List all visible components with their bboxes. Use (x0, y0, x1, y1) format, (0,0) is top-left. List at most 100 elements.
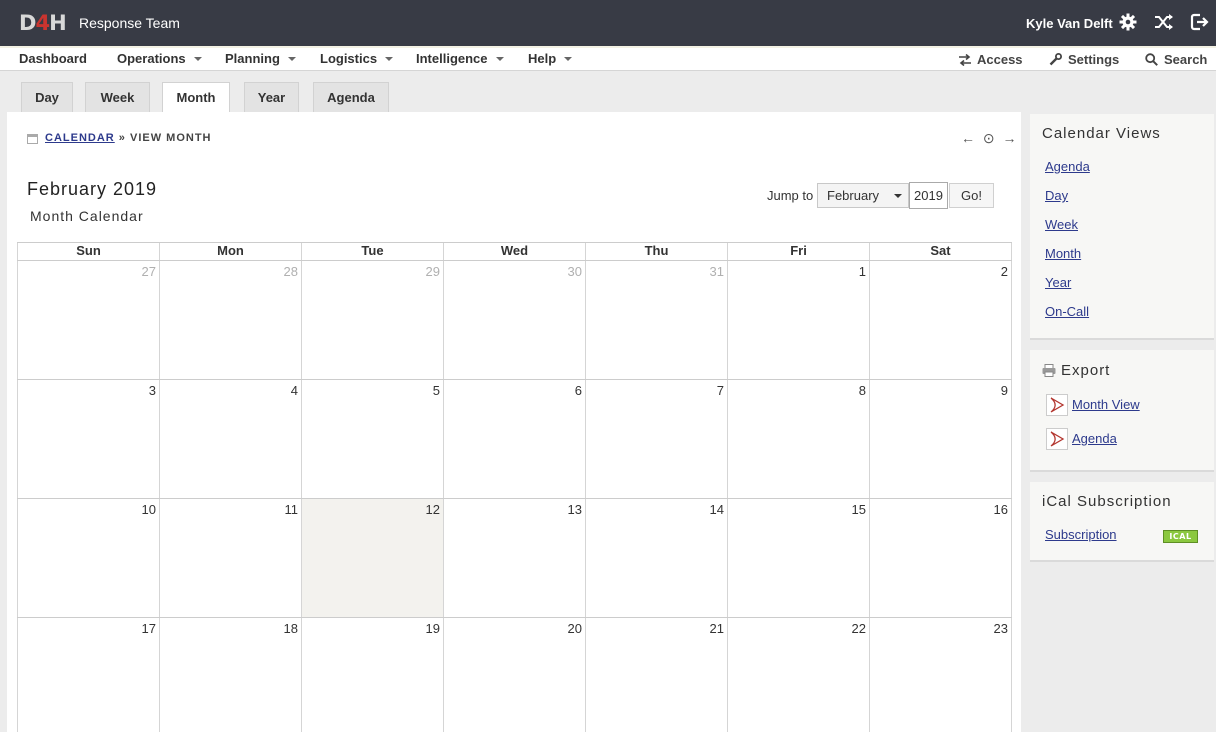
search-icon (1145, 53, 1158, 66)
view-link-month[interactable]: Month (1045, 246, 1081, 261)
calendar-day-cell[interactable]: 6 (443, 380, 585, 498)
nav-search[interactable]: Search (1145, 52, 1207, 67)
calendar-week-row: 10 11 12 13 14 15 16 (17, 498, 1012, 617)
calendar-day-cell[interactable]: 3 (17, 380, 159, 498)
month-select[interactable]: February (817, 183, 909, 208)
calendar-day-cell[interactable]: 21 (585, 618, 727, 732)
pdf-icon (1046, 428, 1068, 450)
calendar-day-cell[interactable]: 31 (585, 261, 727, 379)
logout-icon[interactable] (1189, 12, 1209, 32)
calendar-day-cell[interactable]: 15 (727, 499, 869, 617)
chevron-down-icon (193, 57, 202, 61)
calendar-day-cell[interactable]: 22 (727, 618, 869, 732)
nav-intelligence[interactable]: Intelligence (416, 51, 504, 66)
calendar-day-cell[interactable]: 23 (869, 618, 1012, 732)
calendar-day-cell[interactable]: 18 (159, 618, 301, 732)
breadcrumb-calendar-link[interactable]: CALENDAR (45, 132, 115, 144)
nav-logistics[interactable]: Logistics (320, 51, 394, 66)
calendar-day-cell[interactable]: 10 (17, 499, 159, 617)
gear-icon[interactable] (1118, 12, 1138, 32)
tab-agenda[interactable]: Agenda (313, 82, 389, 113)
d4h-logo[interactable]: D4H (19, 11, 67, 35)
nav-planning[interactable]: Planning (225, 51, 296, 66)
breadcrumb-current: VIEW MONTH (129, 132, 212, 144)
calendar-day-cell[interactable]: 11 (159, 499, 301, 617)
calendar-day-cell[interactable]: 27 (17, 261, 159, 379)
weekday-header: Tue (301, 243, 443, 260)
page-subtitle: Month Calendar (30, 208, 144, 224)
nav-settings[interactable]: Settings (1049, 52, 1119, 67)
calendar-day-cell[interactable]: 14 (585, 499, 727, 617)
export-agenda-link[interactable]: Agenda (1072, 431, 1117, 446)
chevron-down-icon (564, 57, 573, 61)
calendar-day-cell[interactable]: 20 (443, 618, 585, 732)
tab-year[interactable]: Year (244, 82, 299, 113)
calendar-day-cell[interactable]: 1 (727, 261, 869, 379)
calendar-day-cell[interactable]: 5 (301, 380, 443, 498)
tab-week[interactable]: Week (85, 82, 150, 113)
nav-operations[interactable]: Operations (117, 51, 202, 66)
team-name: Response Team (79, 15, 180, 31)
transfer-icon (959, 53, 971, 67)
view-link-on-call[interactable]: On-Call (1045, 304, 1089, 319)
calendar-day-cell[interactable]: 13 (443, 499, 585, 617)
nav-help[interactable]: Help (528, 51, 573, 66)
calendar-day-cell[interactable]: 8 (727, 380, 869, 498)
ical-subscription-box: iCal Subscription Subscription ICAL (1030, 482, 1214, 562)
calendar-day-cell[interactable]: 29 (301, 261, 443, 379)
calendar-views-title: Calendar Views (1042, 125, 1161, 142)
wrench-icon (1049, 53, 1062, 66)
go-button[interactable]: Go! (949, 183, 994, 208)
calendar-day-cell[interactable]: 9 (869, 380, 1012, 498)
next-month-arrow-icon[interactable]: → (1003, 130, 1019, 146)
tab-month[interactable]: Month (162, 82, 230, 115)
export-box: Export Month View Agenda (1030, 350, 1214, 472)
weekday-header: Sat (869, 243, 1012, 260)
month-calendar-grid: Sun Mon Tue Wed Thu Fri Sat 27 28 29 30 … (17, 242, 1012, 732)
export-month-view-link[interactable]: Month View (1072, 397, 1140, 412)
calendar-day-cell[interactable]: 28 (159, 261, 301, 379)
year-input[interactable]: 2019 (909, 182, 948, 209)
nav-access[interactable]: Access (959, 52, 1023, 67)
ical-badge[interactable]: ICAL (1163, 530, 1198, 543)
calendar-week-row: 17 18 19 20 21 22 23 (17, 617, 1012, 732)
breadcrumb: CALENDAR » VIEW MONTH (45, 132, 211, 144)
prev-month-arrow-icon[interactable]: ← (961, 130, 977, 146)
calendar-views-box: Calendar Views Agenda Day Week Month Yea… (1030, 114, 1214, 340)
calendar-week-row: 3 4 5 6 7 8 9 (17, 379, 1012, 498)
ical-title: iCal Subscription (1042, 493, 1172, 510)
user-name[interactable]: Kyle Van Delft (1026, 16, 1113, 31)
calendar-day-cell[interactable]: 2 (869, 261, 1012, 379)
top-bar: D4H Response Team Kyle Van Delft (0, 0, 1216, 46)
main-nav: Dashboard Operations Planning Logistics … (0, 46, 1216, 71)
current-month-icon[interactable]: ⊙ (983, 130, 997, 146)
nav-dashboard[interactable]: Dashboard (19, 51, 87, 66)
view-link-year[interactable]: Year (1045, 275, 1071, 290)
calendar-day-cell[interactable]: 16 (869, 499, 1012, 617)
chevron-down-icon (894, 194, 902, 198)
calendar-panel: CALENDAR » VIEW MONTH ← ⊙ → February 201… (7, 112, 1021, 732)
month-navigation: ← ⊙ → (961, 130, 1019, 147)
printer-icon (1042, 364, 1056, 377)
weekday-header: Thu (585, 243, 727, 260)
shuffle-icon[interactable] (1154, 12, 1174, 32)
ical-subscription-link[interactable]: Subscription (1045, 527, 1117, 542)
view-link-week[interactable]: Week (1045, 217, 1078, 232)
weekday-header: Fri (727, 243, 869, 260)
calendar-day-cell-today[interactable]: 12 (301, 499, 443, 617)
chevron-down-icon (495, 57, 504, 61)
calendar-day-cell[interactable]: 7 (585, 380, 727, 498)
tab-day[interactable]: Day (21, 82, 73, 113)
calendar-day-cell[interactable]: 30 (443, 261, 585, 379)
jump-to-label: Jump to (767, 188, 814, 203)
breadcrumb-separator: » (118, 132, 126, 144)
calendar-day-cell[interactable]: 19 (301, 618, 443, 732)
export-title: Export (1061, 362, 1111, 379)
chevron-down-icon (287, 57, 296, 61)
view-link-agenda[interactable]: Agenda (1045, 159, 1090, 174)
page-title: February 2019 (27, 179, 158, 199)
calendar-week-row: 27 28 29 30 31 1 2 (17, 260, 1012, 379)
calendar-day-cell[interactable]: 17 (17, 618, 159, 732)
view-link-day[interactable]: Day (1045, 188, 1068, 203)
calendar-day-cell[interactable]: 4 (159, 380, 301, 498)
